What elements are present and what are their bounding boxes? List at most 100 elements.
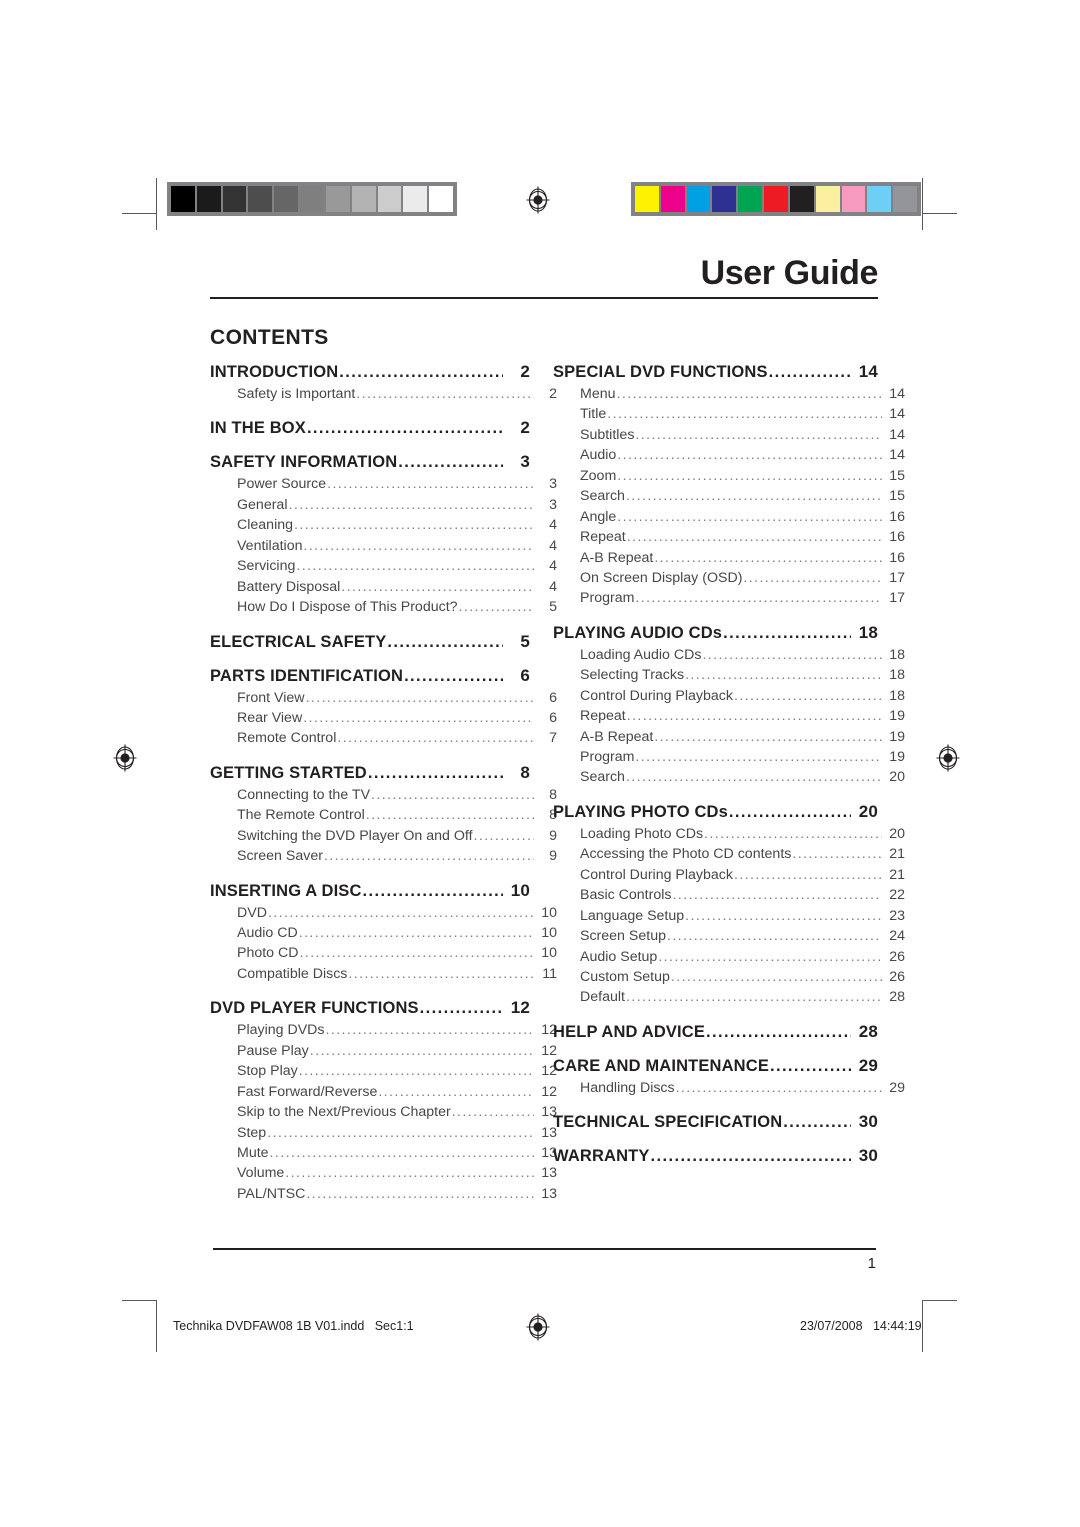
toc-subsection-entry[interactable]: Stop Play...............................… [210,1061,557,1081]
toc-section-entry[interactable]: CARE AND MAINTENANCE....................… [553,1056,878,1076]
toc-subsection-entry[interactable]: Audio CD................................… [210,923,557,943]
toc-subsection-entry[interactable]: Switching the DVD Player On and Off.....… [210,826,557,846]
toc-subsection-entry[interactable]: The Remote Control......................… [210,805,557,825]
toc-subsection-entry[interactable]: Menu....................................… [553,384,905,404]
toc-entry-page: 21 [889,846,905,863]
toc-section-entry[interactable]: TECHNICAL SPECIFICATION.................… [553,1112,878,1132]
toc-subsection-entry[interactable]: A-B Repeat..............................… [553,727,905,747]
toc-section-entry[interactable]: PLAYING PHOTO CDs.......................… [553,802,878,822]
toc-subsection-entry[interactable]: Front View..............................… [210,688,557,708]
toc-entry-page: 13 [541,1185,557,1202]
toc-leader-dots: ........................................… [451,1104,534,1121]
toc-subsection-entry[interactable]: Basic Controls..........................… [553,885,905,905]
toc-subsection-entry[interactable]: On Screen Display (OSD).................… [553,568,905,588]
toc-leader-dots: ........................................… [365,807,534,824]
toc-entry-page: 17 [889,590,905,607]
toc-section-entry[interactable]: IN THE BOX..............................… [210,418,530,438]
toc-section-entry[interactable]: INSERTING A DISC........................… [210,881,530,901]
toc-entry-label: Program [580,749,635,765]
crop-mark-bottom-right-vertical [922,1300,923,1352]
toc-subsection-entry[interactable]: Playing DVDs............................… [210,1020,557,1040]
toc-entry-page: 18 [858,622,878,642]
toc-leader-dots: ........................................… [723,623,851,642]
toc-entry-label: Battery Disposal [237,578,341,595]
toc-subsection-entry[interactable]: Battery Disposal........................… [210,577,557,597]
toc-subsection-entry[interactable]: Custom Setup............................… [553,967,905,987]
toc-leader-dots: ........................................… [309,1042,534,1059]
registration-target-icon-bottom [524,1313,552,1341]
toc-subsection-entry[interactable]: Control During Playback.................… [553,865,905,885]
toc-leader-dots: ........................................… [658,948,882,965]
toc-subsection-entry[interactable]: Volume..................................… [210,1163,557,1183]
toc-subsection-entry[interactable]: Screen Setup............................… [553,926,905,946]
toc-subsection-entry[interactable]: Compatible Discs........................… [210,964,557,984]
toc-subsection-entry[interactable]: Repeat..................................… [553,527,905,547]
toc-section-entry[interactable]: WARRANTY................................… [553,1146,878,1166]
toc-section-entry[interactable]: GETTING STARTED.........................… [210,763,530,783]
toc-subsection-entry[interactable]: Loading Audio CDs.......................… [553,645,905,665]
toc-subsection-entry[interactable]: A-B Repeat..............................… [553,548,905,568]
toc-subsection-entry[interactable]: Search..................................… [553,486,905,506]
toc-subsection-entry[interactable]: Control During Playback.................… [553,686,905,706]
toc-subsection-entry[interactable]: Servicing...............................… [210,556,557,576]
toc-subsection-entry[interactable]: Default.................................… [553,987,905,1007]
toc-subsection-entry[interactable]: Remote Control..........................… [210,728,557,748]
toc-subsection-entry[interactable]: Angle...................................… [553,507,905,527]
toc-subsection-entry[interactable]: Ventilation.............................… [210,536,557,556]
toc-subsection-entry[interactable]: Step....................................… [210,1123,557,1143]
toc-entry-page: 14 [858,362,878,381]
toc-leader-dots: ........................................… [733,866,882,883]
toc-subsection-entry[interactable]: Zoom....................................… [553,466,905,486]
registration-target-icon-right [934,744,962,772]
toc-entry-label: INTRODUCTION [210,363,339,381]
toc-subsection-entry[interactable]: Mute....................................… [210,1143,557,1163]
title-divider [210,297,878,299]
toc-subsection-entry[interactable]: Skip to the Next/Previous Chapter.......… [210,1102,557,1122]
toc-leader-dots: ........................................… [666,928,882,945]
toc-subsection-entry[interactable]: PAL/NTSC................................… [210,1184,557,1204]
toc-subsection-entry[interactable]: Power Source............................… [210,474,557,494]
toc-subsection-entry[interactable]: Handling Discs..........................… [553,1078,905,1098]
toc-subsection-entry[interactable]: Fast Forward/Reverse....................… [210,1082,557,1102]
toc-section-entry[interactable]: HELP AND ADVICE.........................… [553,1022,878,1042]
toc-subsection-entry[interactable]: Search..................................… [553,767,905,787]
toc-subsection-entry[interactable]: Language Setup..........................… [553,906,905,926]
toc-subsection-entry[interactable]: Rear View...............................… [210,708,557,728]
toc-leader-dots: ........................................… [670,968,882,985]
toc-subsection-entry[interactable]: Pause Play..............................… [210,1041,557,1061]
toc-subsection-entry[interactable]: DVD.....................................… [210,903,557,923]
toc-subsection-entry[interactable]: Cleaning................................… [210,515,557,535]
toc-leader-dots: ........................................… [387,632,503,651]
toc-subsection-entry[interactable]: Subtitles...............................… [553,425,905,445]
toc-section-entry[interactable]: SAFETY INFORMATION......................… [210,452,530,472]
toc-subsection-entry[interactable]: Program.................................… [553,747,905,767]
toc-subsection-entry[interactable]: Repeat..................................… [553,706,905,726]
toc-subsection-entry[interactable]: Connecting to the TV....................… [210,785,557,805]
toc-leader-dots: ........................................… [473,827,534,844]
toc-entry-page: 19 [889,708,905,725]
toc-subsection-entry[interactable]: Screen Saver............................… [210,846,557,866]
toc-section-entry[interactable]: SPECIAL DVD FUNCTIONS...................… [553,362,878,382]
toc-entry-label: On Screen Display (OSD) [580,569,743,586]
toc-section-entry[interactable]: PLAYING AUDIO CDs.......................… [553,623,878,643]
toc-subsection-entry[interactable]: Safety is Important.....................… [210,384,557,404]
toc-subsection-entry[interactable]: Accessing the Photo CD contents.........… [553,844,905,864]
toc-entry-page: 14 [889,406,905,423]
toc-section-entry[interactable]: ELECTRICAL SAFETY.......................… [210,632,530,652]
toc-subsection-entry[interactable]: Selecting Tracks........................… [553,665,905,685]
toc-subsection-entry[interactable]: General.................................… [210,495,557,515]
toc-entry-page: 14 [889,426,905,443]
toc-subsection-entry[interactable]: Loading Photo CDs.......................… [553,824,905,844]
toc-subsection-entry[interactable]: Title...................................… [553,404,905,424]
toc-subsection-entry[interactable]: Audio Setup.............................… [553,947,905,967]
toc-subsection-entry[interactable]: How Do I Dispose of This Product?.......… [210,597,557,617]
toc-subsection-entry[interactable]: Program.................................… [553,588,905,608]
toc-section-entry[interactable]: INTRODUCTION............................… [210,362,530,382]
toc-entry-label: DVD [237,904,267,921]
toc-section-entry[interactable]: DVD PLAYER FUNCTIONS....................… [210,998,530,1018]
toc-subsection-entry[interactable]: Photo CD................................… [210,943,557,963]
toc-subsection-entry[interactable]: Audio...................................… [553,445,905,465]
toc-leader-dots: ........................................… [685,907,882,924]
toc-section-entry[interactable]: PARTS IDENTIFICATION....................… [210,666,530,686]
toc-leader-dots: ........................................… [298,925,534,941]
